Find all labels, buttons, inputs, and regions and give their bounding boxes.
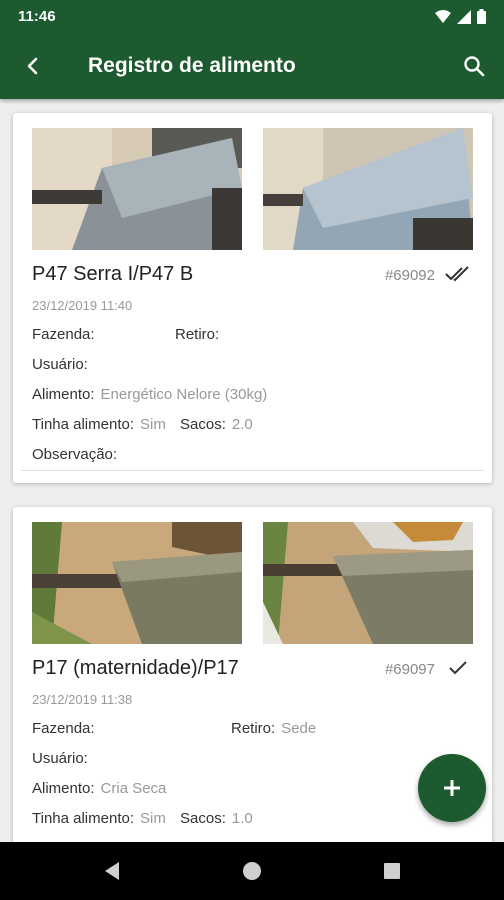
alimento-row: Alimento: Energético Nelore (30kg) bbox=[32, 386, 267, 403]
sacos-value: 2.0 bbox=[231, 416, 253, 433]
record-title: P47 Serra I/P47 B bbox=[32, 263, 194, 285]
alimento-row: Alimento: Cria Seca bbox=[32, 780, 166, 797]
record-list[interactable]: P47 Serra I/P47 B #69092 23/12/2019 11:4… bbox=[0, 99, 504, 842]
sacos-label: Sacos: bbox=[180, 810, 226, 827]
system-nav-bar bbox=[0, 842, 504, 900]
record-card[interactable]: P47 Serra I/P47 B #69092 23/12/2019 11:4… bbox=[13, 113, 492, 483]
tinha-alimento-row: Tinha alimento: Sim Sacos: 1.0 bbox=[32, 810, 253, 827]
record-photo[interactable] bbox=[263, 522, 473, 644]
record-title: P17 (maternidade)/P17 bbox=[32, 657, 239, 679]
add-record-button[interactable] bbox=[418, 754, 486, 822]
observacao-label: Observação: bbox=[32, 446, 118, 463]
sacos-label: Sacos: bbox=[180, 416, 226, 433]
tinha-alimento-value: Sim bbox=[140, 810, 166, 827]
alimento-label: Alimento: bbox=[32, 386, 95, 403]
battery-icon bbox=[477, 9, 486, 24]
record-date: 23/12/2019 11:40 bbox=[32, 298, 133, 313]
usuario-label: Usuário: bbox=[32, 750, 88, 767]
nav-home-button[interactable] bbox=[232, 851, 272, 891]
card-divider bbox=[21, 470, 484, 471]
usuario-row: Usuário: bbox=[32, 750, 94, 767]
retiro-label: Retiro: bbox=[231, 720, 276, 737]
retiro-row: Retiro: bbox=[175, 326, 225, 343]
observacao-row: Observação: bbox=[32, 446, 123, 463]
alimento-label: Alimento: bbox=[32, 780, 95, 797]
search-button[interactable] bbox=[444, 33, 504, 99]
home-circle-icon bbox=[243, 862, 261, 880]
search-icon bbox=[464, 56, 485, 77]
usuario-row: Usuário: bbox=[32, 356, 94, 373]
record-photo[interactable] bbox=[32, 522, 242, 644]
usuario-label: Usuário: bbox=[32, 356, 88, 373]
fazenda-row: Fazenda: bbox=[32, 720, 101, 737]
status-bar: 11:46 bbox=[0, 0, 504, 33]
fazenda-label: Fazenda: bbox=[32, 326, 95, 343]
status-time: 11:46 bbox=[18, 8, 56, 25]
plus-icon bbox=[444, 780, 460, 796]
tinha-alimento-label: Tinha alimento: bbox=[32, 810, 134, 827]
nav-back-button[interactable] bbox=[92, 851, 132, 891]
alimento-value: Cria Seca bbox=[100, 780, 167, 797]
wifi-icon bbox=[435, 9, 451, 23]
retiro-label: Retiro: bbox=[175, 326, 220, 343]
recents-square-icon bbox=[384, 863, 400, 879]
fazenda-label: Fazenda: bbox=[32, 720, 95, 737]
record-date: 23/12/2019 11:38 bbox=[32, 692, 133, 707]
tinha-alimento-value: Sim bbox=[140, 416, 166, 433]
back-triangle-icon bbox=[105, 862, 119, 880]
retiro-row: Retiro: Sede bbox=[231, 720, 316, 737]
fazenda-row: Fazenda: bbox=[32, 326, 101, 343]
record-photo[interactable] bbox=[32, 128, 242, 250]
app-bar: Registro de alimento bbox=[0, 33, 504, 99]
tinha-alimento-row: Tinha alimento: Sim Sacos: 2.0 bbox=[32, 416, 253, 433]
status-icons bbox=[435, 9, 486, 24]
retiro-value: Sede bbox=[281, 720, 317, 737]
page-title: Registro de alimento bbox=[88, 54, 296, 77]
arrow-left-icon bbox=[27, 57, 38, 75]
record-id: #69092 bbox=[384, 267, 435, 284]
alimento-value: Energético Nelore (30kg) bbox=[100, 386, 268, 403]
record-id: #69097 bbox=[384, 661, 435, 678]
tinha-alimento-label: Tinha alimento: bbox=[32, 416, 134, 433]
sacos-value: 1.0 bbox=[231, 810, 253, 827]
signal-icon bbox=[457, 9, 471, 24]
record-photo[interactable] bbox=[263, 128, 473, 250]
check-icon bbox=[449, 661, 467, 675]
back-button[interactable] bbox=[0, 33, 66, 99]
double-check-icon bbox=[445, 266, 469, 282]
nav-recents-button[interactable] bbox=[372, 851, 412, 891]
